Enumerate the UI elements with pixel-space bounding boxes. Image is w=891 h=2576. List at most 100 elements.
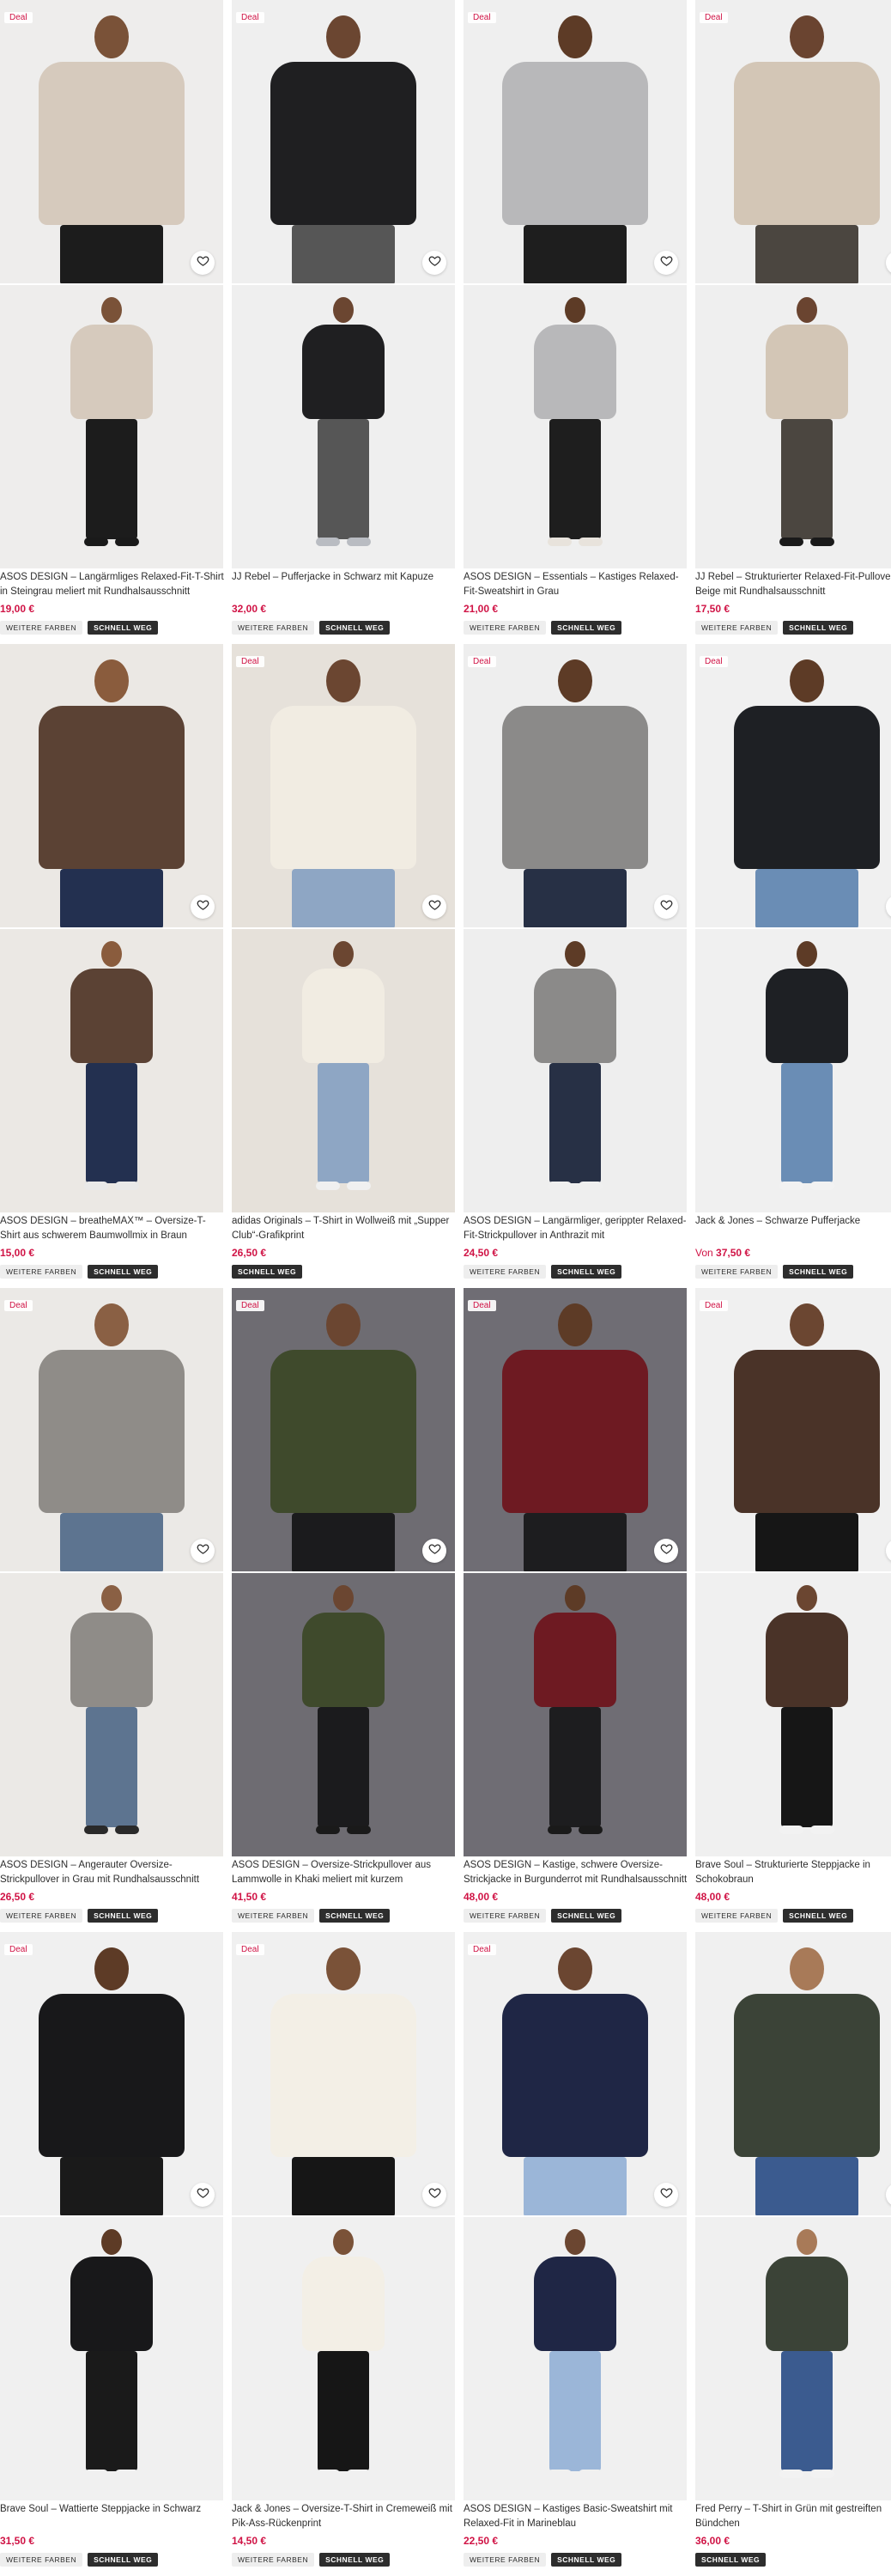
- save-for-later-button[interactable]: [191, 2183, 215, 2207]
- product-image-alt[interactable]: [464, 2217, 687, 2500]
- product-card[interactable]: Deal ASOS DESIGN – Oversize-Strickpullove…: [232, 1288, 455, 1928]
- product-image[interactable]: Deal: [695, 1288, 891, 1571]
- product-title[interactable]: Brave Soul – Wattierte Steppjacke in Sch…: [0, 2502, 225, 2531]
- product-title[interactable]: ASOS DESIGN – Essentials – Kastiges Rela…: [464, 570, 688, 599]
- save-for-later-button[interactable]: [654, 2183, 678, 2207]
- product-title[interactable]: JJ Rebel – Strukturierter Relaxed-Fit-Pu…: [695, 570, 891, 599]
- product-image-alt[interactable]: [464, 929, 687, 1212]
- product-image-alt[interactable]: [695, 2217, 891, 2500]
- product-title[interactable]: JJ Rebel – Pufferjacke in Schwarz mit Ka…: [232, 570, 457, 599]
- product-card[interactable]: Deal ASOS DESIGN – Langärmliges Relaxed-F…: [0, 0, 225, 640]
- more-colors-tag[interactable]: WEITERE FARBEN: [0, 2553, 83, 2567]
- product-image[interactable]: Deal: [0, 1288, 223, 1571]
- product-title[interactable]: Jack & Jones – Schwarze Pufferjacke: [695, 1214, 891, 1243]
- product-title[interactable]: ASOS DESIGN – Langärmliges Relaxed-Fit-T…: [0, 570, 225, 599]
- save-for-later-button[interactable]: [654, 895, 678, 919]
- product-title[interactable]: ASOS DESIGN – breatheMAX™ – Oversize-T-S…: [0, 1214, 225, 1243]
- product-title[interactable]: Jack & Jones – Oversize-T-Shirt in Creme…: [232, 2502, 457, 2531]
- save-for-later-button[interactable]: [422, 251, 446, 275]
- model-figure: [695, 0, 891, 283]
- product-image-alt[interactable]: [695, 285, 891, 568]
- product-image-alt[interactable]: [232, 2217, 455, 2500]
- product-image-alt[interactable]: [0, 929, 223, 1212]
- product-image-alt[interactable]: [464, 285, 687, 568]
- product-image[interactable]: Deal: [0, 1932, 223, 2215]
- more-colors-tag[interactable]: WEITERE FARBEN: [695, 1265, 779, 1279]
- product-card[interactable]: Deal Jack & Jones – Schwarze Pufferjacke V…: [695, 644, 891, 1284]
- product-image[interactable]: Deal: [695, 644, 891, 927]
- product-image-alt[interactable]: [232, 1573, 455, 1856]
- model-shoe: [115, 538, 139, 546]
- save-for-later-button[interactable]: [654, 251, 678, 275]
- more-colors-tag[interactable]: WEITERE FARBEN: [695, 1909, 779, 1923]
- product-image-alt[interactable]: [0, 1573, 223, 1856]
- product-image-alt[interactable]: [232, 285, 455, 568]
- save-for-later-button[interactable]: [422, 895, 446, 919]
- product-card[interactable]: Deal ASOS DESIGN – Kastiges Basic-Sweatsh…: [464, 1932, 687, 2572]
- product-card[interactable]: ASOS DESIGN – breatheMAX™ – Oversize-T-S…: [0, 644, 223, 1284]
- product-image[interactable]: Deal: [464, 1932, 687, 2215]
- product-image[interactable]: Deal: [0, 0, 223, 283]
- more-colors-tag[interactable]: WEITERE FARBEN: [232, 2553, 315, 2567]
- product-image-alt[interactable]: [695, 1573, 891, 1856]
- product-image[interactable]: Deal: [464, 1288, 687, 1571]
- more-colors-tag[interactable]: WEITERE FARBEN: [464, 621, 547, 635]
- more-colors-tag[interactable]: WEITERE FARBEN: [232, 621, 315, 635]
- product-price: 15,00 €: [0, 1247, 225, 1259]
- product-image[interactable]: Deal: [464, 644, 687, 927]
- product-image[interactable]: [695, 1932, 891, 2215]
- more-colors-tag[interactable]: WEITERE FARBEN: [695, 621, 779, 635]
- product-title[interactable]: Fred Perry – T-Shirt in Grün mit gestrei…: [695, 2502, 891, 2531]
- model-top: [270, 62, 416, 225]
- product-title[interactable]: ASOS DESIGN – Kastiges Basic-Sweatshirt …: [464, 2502, 688, 2531]
- product-image[interactable]: Deal: [232, 1288, 455, 1571]
- product-title[interactable]: ASOS DESIGN – Kastige, schwere Oversize-…: [464, 1858, 688, 1887]
- product-card[interactable]: Deal ASOS DESIGN – Langärmliger, gerippte…: [464, 644, 687, 1284]
- save-for-later-button[interactable]: [191, 1539, 215, 1563]
- save-for-later-button[interactable]: [191, 895, 215, 919]
- product-card[interactable]: Deal JJ Rebel – Strukturierter Relaxed-Fi…: [695, 0, 891, 640]
- product-image[interactable]: Deal: [695, 0, 891, 283]
- product-image-alt[interactable]: [232, 929, 455, 1212]
- product-card[interactable]: Deal adidas Originals – T-Shirt in Wollwe…: [232, 644, 455, 1284]
- product-card[interactable]: Deal Jack & Jones – Oversize-T-Shirt in C…: [232, 1932, 455, 2572]
- product-card[interactable]: Deal Brave Soul – Strukturierte Steppjack…: [695, 1288, 891, 1928]
- product-image[interactable]: Deal: [232, 644, 455, 927]
- product-title[interactable]: ASOS DESIGN – Angerauter Oversize-Strick…: [0, 1858, 225, 1887]
- product-info: ASOS DESIGN – Kastiges Basic-Sweatshirt …: [464, 2502, 688, 2567]
- save-for-later-button[interactable]: [422, 1539, 446, 1563]
- product-image-alt[interactable]: [695, 929, 891, 1212]
- more-colors-tag[interactable]: WEITERE FARBEN: [232, 1909, 315, 1923]
- heart-icon: [428, 898, 441, 915]
- product-image[interactable]: Deal: [232, 1932, 455, 2215]
- product-title[interactable]: adidas Originals – T-Shirt in Wollweiß m…: [232, 1214, 457, 1243]
- product-image[interactable]: [0, 644, 223, 927]
- selling-fast-tag: SCHNELL WEG: [319, 2553, 391, 2567]
- more-colors-tag[interactable]: WEITERE FARBEN: [0, 1265, 83, 1279]
- product-card[interactable]: Deal ASOS DESIGN – Kastige, schwere Overs…: [464, 1288, 687, 1928]
- product-image-alt[interactable]: [0, 285, 223, 568]
- save-for-later-button[interactable]: [422, 2183, 446, 2207]
- more-colors-tag[interactable]: WEITERE FARBEN: [0, 621, 83, 635]
- more-colors-tag[interactable]: WEITERE FARBEN: [0, 1909, 83, 1923]
- more-colors-tag[interactable]: WEITERE FARBEN: [464, 1265, 547, 1279]
- product-card[interactable]: Deal ASOS DESIGN – Angerauter Oversize-St…: [0, 1288, 223, 1928]
- product-image[interactable]: Deal: [464, 0, 687, 283]
- save-for-later-button[interactable]: [654, 1539, 678, 1563]
- product-title[interactable]: Brave Soul – Strukturierte Steppjacke in…: [695, 1858, 891, 1887]
- product-card[interactable]: Deal JJ Rebel – Pufferjacke in Schwarz mi…: [232, 0, 455, 640]
- product-image[interactable]: Deal: [232, 0, 455, 283]
- model-bottom: [318, 2351, 369, 2471]
- product-card[interactable]: Fred Perry – T-Shirt in Grün mit gestrei…: [695, 1932, 891, 2572]
- product-title[interactable]: ASOS DESIGN – Langärmliger, gerippter Re…: [464, 1214, 688, 1243]
- product-title[interactable]: ASOS DESIGN – Oversize-Strickpullover au…: [232, 1858, 457, 1887]
- model-bottom: [292, 225, 395, 283]
- product-card[interactable]: Deal Brave Soul – Wattierte Steppjacke in…: [0, 1932, 223, 2572]
- more-colors-tag[interactable]: WEITERE FARBEN: [464, 1909, 547, 1923]
- product-card[interactable]: Deal ASOS DESIGN – Essentials – Kastiges …: [464, 0, 687, 640]
- product-image-alt[interactable]: [0, 2217, 223, 2500]
- model-head: [333, 297, 354, 323]
- product-image-alt[interactable]: [464, 1573, 687, 1856]
- more-colors-tag[interactable]: WEITERE FARBEN: [464, 2553, 547, 2567]
- save-for-later-button[interactable]: [191, 251, 215, 275]
